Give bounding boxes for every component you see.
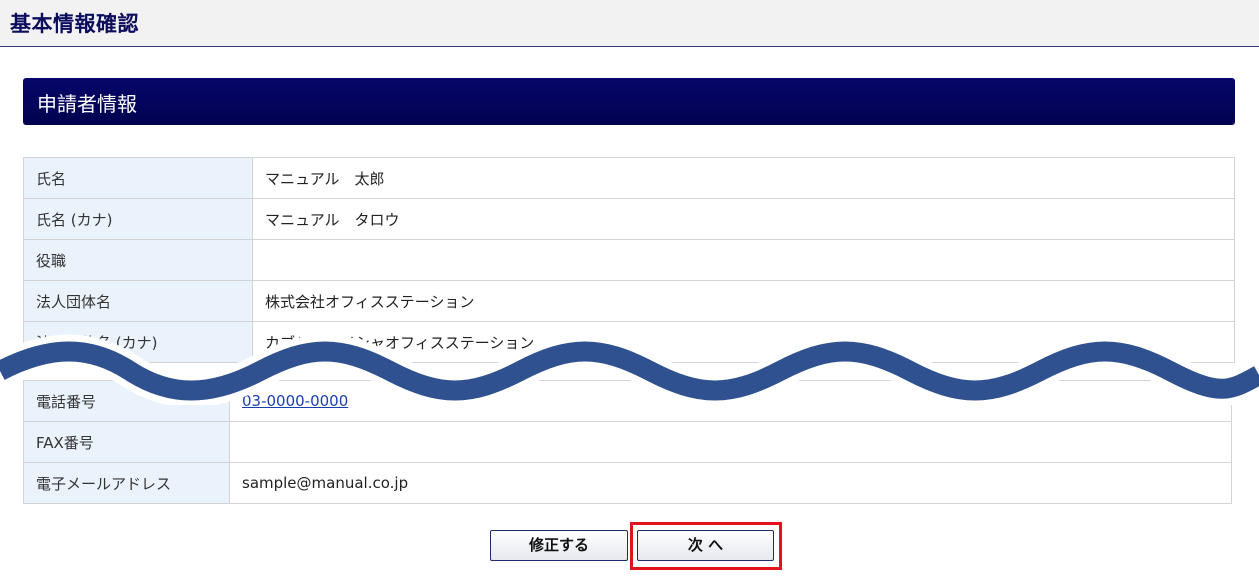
field-label-fax: FAX番号 — [23, 421, 230, 463]
phone-link[interactable]: 03-0000-0000 — [242, 392, 348, 410]
section-header: 申請者情報 — [23, 78, 1235, 125]
page-title: 基本情報確認 — [10, 12, 139, 36]
field-label-email: 電子メールアドレス — [23, 462, 230, 504]
field-value-name: マニュアル 太郎 — [252, 157, 1235, 199]
table-row: 氏名 マニュアル 太郎 — [23, 157, 1235, 199]
table-row: 電子メールアドレス sample@manual.co.jp — [23, 462, 1232, 504]
table-row: 法人団体名 株式会社オフィスステーション — [23, 280, 1235, 322]
table-row: FAX番号 — [23, 421, 1232, 463]
field-label-name-kana: 氏名 (カナ) — [23, 198, 253, 240]
table-row: 法人団体名 (カナ) カブシキガイシャオフィスステーション — [23, 321, 1235, 363]
section-title: 申請者情報 — [37, 92, 137, 116]
field-label-organization: 法人団体名 — [23, 280, 253, 322]
edit-button[interactable]: 修正する — [490, 530, 628, 561]
table-row: 役職 — [23, 239, 1235, 281]
field-value-organization: 株式会社オフィスステーション — [252, 280, 1235, 322]
field-value-fax — [229, 421, 1232, 463]
field-value-phone: 03-0000-0000 — [229, 380, 1232, 422]
applicant-info-table: 氏名 マニュアル 太郎 氏名 (カナ) マニュアル タロウ 役職 法人団体名 株… — [23, 157, 1235, 363]
next-button[interactable]: 次 へ — [637, 530, 774, 561]
field-label-position: 役職 — [23, 239, 253, 281]
field-value-organization-kana: カブシキガイシャオフィスステーション — [252, 321, 1235, 363]
field-value-position — [252, 239, 1235, 281]
table-row: 氏名 (カナ) マニュアル タロウ — [23, 198, 1235, 240]
contact-info-table: 電話番号 03-0000-0000 FAX番号 電子メールアドレス sample… — [23, 380, 1232, 504]
field-label-name: 氏名 — [23, 157, 253, 199]
table-row: 電話番号 03-0000-0000 — [23, 380, 1232, 422]
field-value-name-kana: マニュアル タロウ — [252, 198, 1235, 240]
page-header: 基本情報確認 — [0, 0, 1259, 47]
field-label-phone: 電話番号 — [23, 380, 230, 422]
field-value-email: sample@manual.co.jp — [229, 462, 1232, 504]
field-label-organization-kana: 法人団体名 (カナ) — [23, 321, 253, 363]
